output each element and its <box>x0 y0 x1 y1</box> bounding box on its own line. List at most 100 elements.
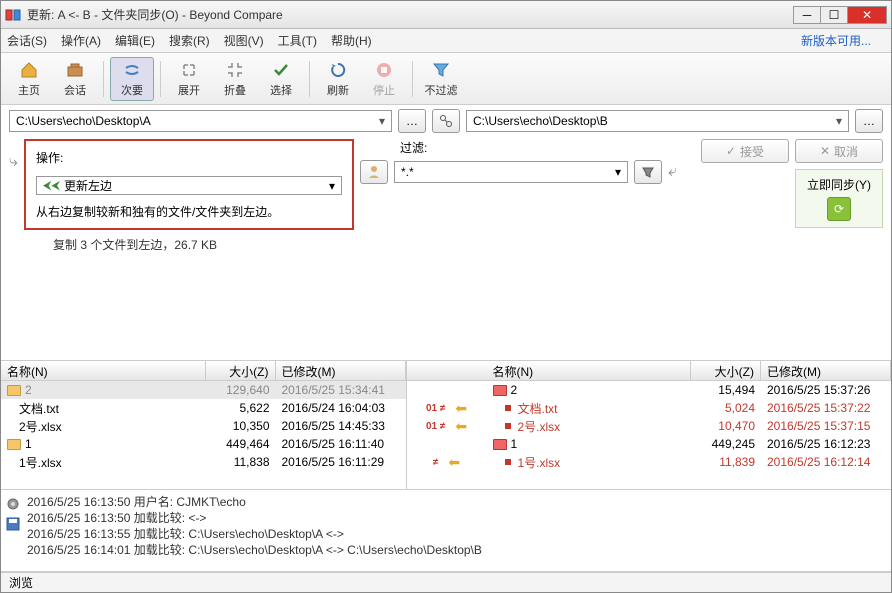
refresh-button[interactable]: 刷新 <box>316 57 360 101</box>
folder-icon <box>7 439 21 450</box>
col-name[interactable]: 名称(N) <box>1 361 206 380</box>
sync-now-button[interactable]: 立即同步(Y) ⟳ <box>795 169 883 228</box>
menu-tools[interactable]: 工具(T) <box>278 32 317 49</box>
gear-icon[interactable] <box>5 496 21 512</box>
compare-indicator <box>407 435 487 453</box>
action-column: ✓ 接受 ✕ 取消 立即同步(Y) ⟳ <box>683 139 883 228</box>
file-row[interactable]: 2129,6402016/5/25 15:34:41 <box>1 381 406 399</box>
center-column: 01 ≠⬅01 ≠⬅≠⬅ <box>407 361 487 489</box>
update-left-icon: ⮜⮜ <box>43 178 60 193</box>
home-button[interactable]: 主页 <box>7 57 51 101</box>
expand-button[interactable]: 展开 <box>167 57 211 101</box>
not-equal-icon: 01 ≠ <box>426 403 445 414</box>
log-panel: 2016/5/25 16:13:50 用户名: CJMKT\echo2016/5… <box>1 490 891 572</box>
connector-icon: ⤷ <box>9 153 18 171</box>
log-line: 2016/5/25 16:13:55 加载比较: C:\Users\echo\D… <box>27 526 887 542</box>
stop-button: 停止 <box>362 57 406 101</box>
filter-section: 过滤: *.*▾ ⤶ <box>360 139 677 184</box>
titlebar: 更新: A <- B - 文件夹同步(O) - Beyond Compare ─… <box>1 1 891 29</box>
update-link[interactable]: 新版本可用... <box>801 32 871 49</box>
filter-input[interactable]: *.*▾ <box>394 161 628 183</box>
log-line: 2016/5/25 16:14:01 加载比较: C:\Users\echo\D… <box>27 542 887 558</box>
nofilter-button[interactable]: 不过滤 <box>419 57 463 101</box>
statusbar: 浏览 <box>1 572 891 592</box>
operation-label: 操作: <box>36 149 63 166</box>
arrow-left-icon: ⬅ <box>455 418 467 435</box>
file-row[interactable]: 2号.xlsx10,3502016/5/25 14:45:33 <box>1 417 406 435</box>
collapse-button[interactable]: 折叠 <box>213 57 257 101</box>
log-line: 2016/5/25 16:13:50 用户名: CJMKT\echo <box>27 494 887 510</box>
left-browse-button[interactable]: … <box>398 109 426 133</box>
presets-button[interactable] <box>360 160 388 184</box>
menu-help[interactable]: 帮助(H) <box>331 32 372 49</box>
compare-indicator <box>407 381 487 399</box>
right-path-input[interactable]: C:\Users\echo\Desktop\B▾ <box>466 110 849 132</box>
folder-icon <box>493 385 507 396</box>
chevron-down-icon[interactable]: ▾ <box>615 165 621 179</box>
col-modified[interactable]: 已修改(M) <box>276 361 406 380</box>
compare-indicator: 01 ≠ ⬅ <box>407 399 487 417</box>
menu-session[interactable]: 会话(S) <box>7 32 47 49</box>
log-line: 2016/5/25 16:13:50 加载比较: <-> <box>27 510 887 526</box>
compare-panes: 名称(N) 大小(Z) 已修改(M) 2129,6402016/5/25 15:… <box>1 360 891 490</box>
right-browse-button[interactable]: … <box>855 109 883 133</box>
menubar: 会话(S) 操作(A) 编辑(E) 搜索(R) 视图(V) 工具(T) 帮助(H… <box>1 29 891 53</box>
left-rows: 2129,6402016/5/25 15:34:41文档.txt5,622201… <box>1 381 406 471</box>
close-button[interactable]: ✕ <box>847 6 887 24</box>
app-icon <box>5 7 21 23</box>
file-row[interactable]: 1449,4642016/5/25 16:11:40 <box>1 435 406 453</box>
arrow-left-icon: ⬅ <box>455 400 467 417</box>
folder-icon <box>493 439 507 450</box>
not-equal-icon: 01 ≠ <box>426 421 445 432</box>
select-button[interactable]: 选择 <box>259 57 303 101</box>
operation-dropdown[interactable]: ⮜⮜ 更新左边 ▾ <box>36 176 342 195</box>
menu-view[interactable]: 视图(V) <box>224 32 264 49</box>
filter-label: 过滤: <box>400 139 427 156</box>
menu-edit[interactable]: 编辑(E) <box>115 32 155 49</box>
maximize-button[interactable]: ☐ <box>820 6 848 24</box>
operation-box: 操作: ⮜⮜ 更新左边 ▾ 从右边复制较新和独有的文件/文件夹到左边。 <box>24 139 354 230</box>
right-rows: 215,4942016/5/25 15:37:26文档.txt5,0242016… <box>487 381 892 471</box>
file-row[interactable]: 1号.xlsx11,8392016/5/25 16:12:14 <box>487 453 892 471</box>
menu-search[interactable]: 搜索(R) <box>169 32 210 49</box>
chevron-down-icon[interactable]: ▾ <box>329 179 335 193</box>
compare-indicator: 01 ≠ ⬅ <box>407 417 487 435</box>
file-row[interactable]: 文档.txt5,0242016/5/25 15:37:22 <box>487 399 892 417</box>
compare-indicator: ≠⬅ <box>407 453 487 471</box>
filter-toggle-button[interactable] <box>634 160 662 184</box>
chevron-down-icon[interactable]: ▾ <box>836 114 842 128</box>
swap-button[interactable] <box>432 109 460 133</box>
app-window: 更新: A <- B - 文件夹同步(O) - Beyond Compare ─… <box>0 0 892 593</box>
not-equal-icon: ≠ <box>433 457 439 468</box>
cancel-button[interactable]: ✕ 取消 <box>795 139 883 163</box>
right-pane: 名称(N) 大小(Z) 已修改(M) 215,4942016/5/25 15:3… <box>487 361 892 489</box>
left-path-input[interactable]: C:\Users\echo\Desktop\A▾ <box>9 110 392 132</box>
file-row[interactable]: 1449,2452016/5/25 16:12:23 <box>487 435 892 453</box>
left-pane: 名称(N) 大小(Z) 已修改(M) 2129,6402016/5/25 15:… <box>1 361 407 489</box>
file-row[interactable]: 文档.txt5,6222016/5/24 16:04:03 <box>1 399 406 417</box>
col-size[interactable]: 大小(Z) <box>691 361 761 380</box>
save-icon[interactable] <box>5 516 21 532</box>
col-name[interactable]: 名称(N) <box>487 361 692 380</box>
accept-button[interactable]: ✓ 接受 <box>701 139 789 163</box>
session-button[interactable]: 会话 <box>53 57 97 101</box>
col-size[interactable]: 大小(Z) <box>206 361 276 380</box>
menu-operation[interactable]: 操作(A) <box>61 32 101 49</box>
folder-icon <box>7 385 21 396</box>
left-column-header: 名称(N) 大小(Z) 已修改(M) <box>1 361 406 381</box>
arrow-left-icon: ⬅ <box>448 454 460 471</box>
chevron-down-icon[interactable]: ▾ <box>379 114 385 128</box>
options-row: ⤷ 操作: ⮜⮜ 更新左边 ▾ 从右边复制较新和独有的文件/文件夹到左边。 过滤… <box>1 137 891 234</box>
secondary-button[interactable]: 次要 <box>110 57 154 101</box>
right-column-header: 名称(N) 大小(Z) 已修改(M) <box>487 361 892 381</box>
operation-desc: 从右边复制较新和独有的文件/文件夹到左边。 <box>36 203 342 220</box>
col-modified[interactable]: 已修改(M) <box>761 361 891 380</box>
window-title: 更新: A <- B - 文件夹同步(O) - Beyond Compare <box>27 6 794 23</box>
sync-icon: ⟳ <box>827 197 851 221</box>
file-row[interactable]: 1号.xlsx11,8382016/5/25 16:11:29 <box>1 453 406 471</box>
window-controls: ─ ☐ ✕ <box>794 6 887 24</box>
file-row[interactable]: 2号.xlsx10,4702016/5/25 15:37:15 <box>487 417 892 435</box>
file-row[interactable]: 215,4942016/5/25 15:37:26 <box>487 381 892 399</box>
minimize-button[interactable]: ─ <box>793 6 821 24</box>
log-lines: 2016/5/25 16:13:50 用户名: CJMKT\echo2016/5… <box>27 494 887 567</box>
